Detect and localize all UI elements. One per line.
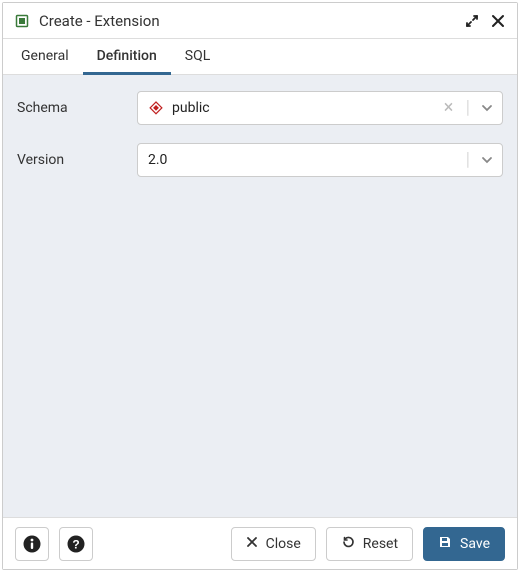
close-x-icon [246, 536, 258, 552]
save-icon [438, 535, 452, 553]
version-row: Version 2.0 | [17, 143, 503, 177]
reset-button-label: Reset [363, 536, 398, 552]
schema-row: Schema public × | [17, 91, 503, 125]
reset-button[interactable]: Reset [326, 527, 413, 561]
tabs: General Definition SQL [3, 39, 517, 75]
help-button[interactable]: ? [59, 527, 93, 561]
close-button-label: Close [266, 536, 301, 552]
version-label: Version [17, 152, 137, 168]
version-select[interactable]: 2.0 | [137, 143, 503, 177]
select-divider: | [466, 151, 470, 169]
info-button[interactable] [15, 527, 49, 561]
titlebar: Create - Extension [3, 3, 517, 39]
svg-text:?: ? [72, 537, 79, 551]
tab-sql[interactable]: SQL [171, 39, 224, 75]
select-divider: | [466, 99, 470, 117]
reset-icon [341, 535, 355, 553]
dialog-title: Create - Extension [39, 12, 455, 30]
extension-icon [13, 12, 31, 30]
version-value: 2.0 [148, 152, 458, 168]
close-button[interactable]: Close [231, 527, 316, 561]
save-button[interactable]: Save [423, 527, 505, 561]
diamond-schema-icon [148, 100, 164, 116]
chevron-down-icon[interactable] [478, 99, 496, 117]
clear-icon[interactable]: × [440, 99, 458, 117]
tab-definition[interactable]: Definition [83, 39, 171, 75]
save-button-label: Save [460, 536, 490, 552]
schema-label: Schema [17, 100, 137, 116]
tab-general[interactable]: General [7, 39, 83, 75]
schema-value: public [172, 100, 432, 116]
create-extension-dialog: Create - Extension General Definition SQ… [2, 2, 518, 570]
schema-select[interactable]: public × | [137, 91, 503, 125]
definition-panel: Schema public × | Version [3, 75, 517, 517]
expand-icon[interactable] [463, 12, 481, 30]
close-icon[interactable] [489, 12, 507, 30]
dialog-footer: ? Close Reset [3, 517, 517, 569]
chevron-down-icon[interactable] [478, 151, 496, 169]
